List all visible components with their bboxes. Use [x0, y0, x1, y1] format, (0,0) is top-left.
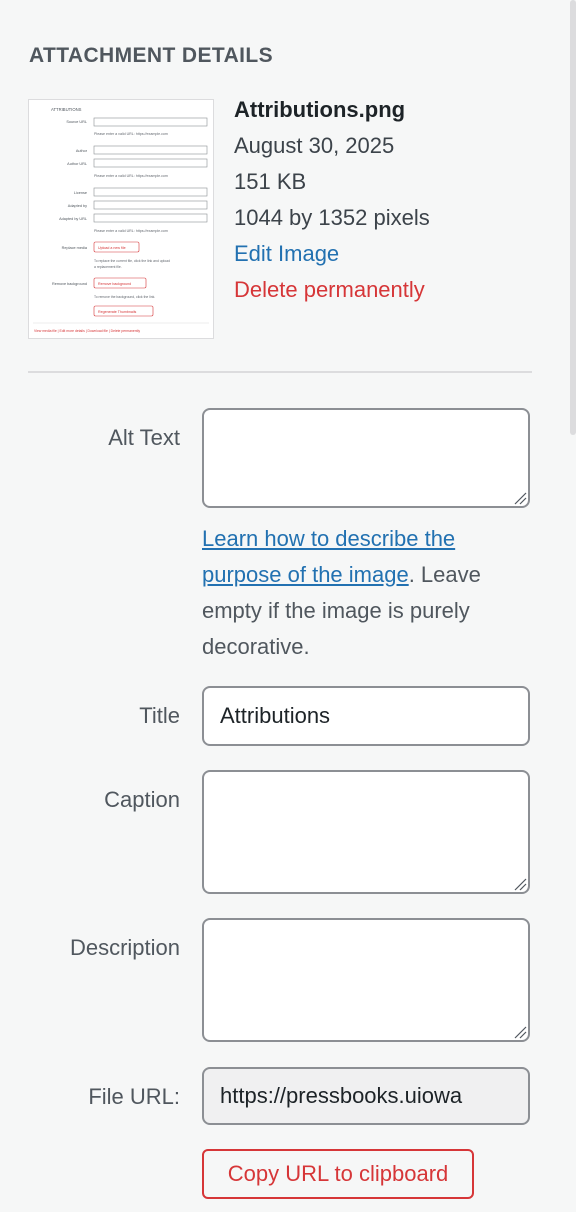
alt-text-field[interactable] — [202, 408, 530, 508]
caption-label: Caption — [104, 787, 180, 812]
alt-text-help: Learn how to describe the purpose of the… — [202, 521, 532, 665]
thumb-hint: Please enter a valid URL: https://exampl… — [94, 132, 168, 136]
attachment-thumbnail[interactable]: ATTRIBUTIONS Source URL Please enter a v… — [28, 99, 214, 339]
attachment-date: August 30, 2025 — [234, 133, 395, 158]
thumb-help: To remove the background, click the link… — [94, 295, 155, 299]
thumb-remove-bg-button: Remove background — [98, 282, 131, 286]
attachment-size: 151 KB — [234, 169, 307, 194]
thumbnail-preview-image: ATTRIBUTIONS Source URL Please enter a v… — [33, 107, 209, 333]
thumb-help: To replace the current file, click the l… — [94, 259, 170, 263]
thumb-hint: Please enter a valid URL: https://exampl… — [94, 229, 168, 233]
file-url-field[interactable] — [202, 1067, 530, 1125]
scrollbar[interactable] — [570, 0, 576, 435]
copy-url-button[interactable]: Copy URL to clipboard — [202, 1149, 474, 1199]
thumb-hint: Please enter a valid URL: https://exampl… — [94, 174, 168, 178]
thumb-regen-button: Regenerate Thumbnails — [98, 310, 136, 314]
alt-text-label: Alt Text — [108, 425, 180, 450]
thumb-row-label: Adapted by URL — [59, 217, 87, 221]
panel-heading: ATTACHMENT DETAILS — [29, 44, 274, 67]
section-divider — [28, 371, 532, 373]
thumb-row-label: Replace media — [62, 246, 88, 250]
attachment-dimensions: 1044 by 1352 pixels — [234, 205, 430, 230]
thumb-footer: View media file | Edit more details | Do… — [34, 329, 140, 333]
title-field[interactable] — [202, 686, 530, 746]
description-label: Description — [69, 935, 180, 960]
title-label: Title — [139, 703, 180, 728]
thumb-row-label: Author — [76, 149, 88, 153]
thumb-upload-button: Upload a new file — [98, 246, 126, 250]
delete-permanently-link[interactable]: Delete permanently — [234, 272, 554, 308]
thumb-row-label: Author URL — [67, 162, 87, 166]
attachment-details-panel: ATTACHMENT DETAILS ATTRIBUTIONS Source U… — [0, 0, 576, 1212]
thumb-help: a replacement file. — [94, 265, 122, 269]
description-field[interactable] — [202, 918, 530, 1042]
thumb-row-label: Remove background — [52, 282, 87, 286]
attachment-meta: Attributions.png August 30, 2025 151 KB … — [234, 92, 554, 308]
thumb-row-label: License — [74, 191, 87, 195]
attachment-filename: Attributions.png — [234, 97, 406, 122]
thumb-row-label: Source URL — [66, 120, 87, 124]
thumb-heading: ATTRIBUTIONS — [51, 107, 82, 112]
thumb-row-label: Adapted by — [68, 204, 87, 208]
file-url-label: File URL: — [88, 1084, 180, 1109]
caption-field[interactable] — [202, 770, 530, 894]
edit-image-link[interactable]: Edit Image — [234, 236, 554, 272]
